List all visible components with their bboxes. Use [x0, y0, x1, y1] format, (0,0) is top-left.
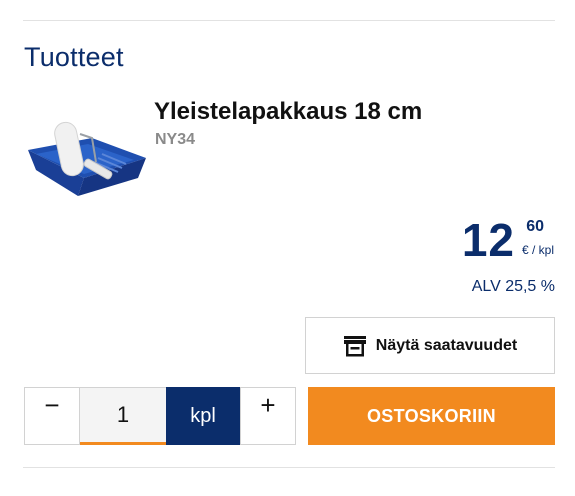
price-integer: 12: [461, 214, 515, 266]
increase-quantity-button[interactable]: +: [240, 387, 296, 445]
add-to-cart-button[interactable]: OSTOSKORIIN: [308, 387, 555, 445]
quantity-input[interactable]: 1: [80, 387, 166, 445]
price-unit: € / kpl: [521, 243, 554, 257]
price-decimals: 60: [526, 218, 544, 235]
bottom-divider: [23, 467, 555, 468]
show-availability-label: Näytä saatavuudet: [375, 336, 518, 354]
product-name[interactable]: Yleistelapakkaus 18 cm: [154, 98, 422, 126]
section-title: Tuotteet: [24, 42, 124, 72]
decrease-quantity-button[interactable]: −: [24, 387, 80, 445]
show-availability-button[interactable]: Näytä saatavuudet: [305, 317, 555, 374]
price: 12 60 € / kpl: [435, 214, 555, 274]
product-code: NY34: [155, 131, 196, 148]
quantity-unit: kpl: [166, 387, 240, 445]
vat-label: ALV 25,5 %: [471, 278, 555, 295]
top-divider: [23, 20, 555, 21]
store-icon: [343, 335, 366, 356]
paint-roller-tray-icon[interactable]: [22, 108, 148, 200]
